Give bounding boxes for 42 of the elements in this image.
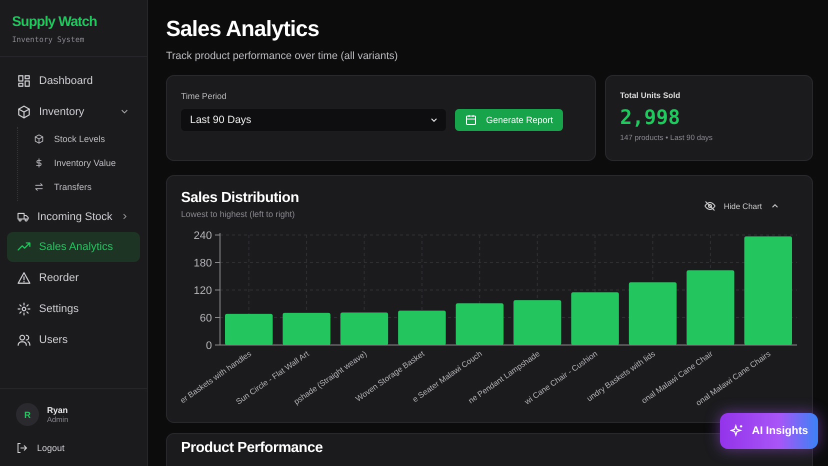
nav-item[interactable]: Users	[7, 324, 140, 355]
grid-icon	[17, 74, 31, 88]
users-icon	[17, 332, 31, 346]
user-name: Ryan	[47, 405, 68, 415]
nav-item[interactable]: Dashboard	[7, 65, 140, 96]
axis-label: 60	[200, 312, 212, 324]
nav-item[interactable]: Inventory	[7, 96, 140, 127]
nav-item[interactable]: Reorder	[7, 262, 140, 293]
box-icon	[17, 104, 31, 118]
nav-item[interactable]: Incoming Stock	[7, 201, 140, 232]
eye-off-icon	[704, 200, 716, 212]
summary-label: Total Units Sold	[620, 91, 682, 100]
nav-subitem[interactable]: Stock Levels	[34, 127, 140, 151]
hide-chart-button[interactable]: Hide Chart	[700, 198, 784, 214]
section-title: Product Performance	[181, 440, 324, 456]
sparkle-icon	[730, 424, 744, 438]
page-subtitle: Track product performance over time (all variants)	[166, 50, 399, 62]
axis-label: 180	[194, 258, 212, 270]
nav-item[interactable]: Settings	[7, 293, 140, 324]
page-title: Sales Analytics	[166, 16, 320, 42]
nav-subitem[interactable]: Inventory Value	[34, 151, 140, 175]
section-subtitle: Lowest to highest (left to right)	[181, 209, 296, 219]
swap-icon	[34, 182, 44, 192]
axis-label: 240	[194, 230, 212, 242]
period-select[interactable]: Last 90 Days	[181, 109, 446, 131]
logout-link[interactable]: Logout	[16, 442, 131, 454]
nav-item[interactable]: Sales Analytics	[7, 232, 140, 262]
dollar-icon	[34, 158, 44, 168]
alert-icon	[17, 270, 31, 284]
logout-icon	[16, 442, 28, 454]
box-icon	[34, 134, 44, 144]
ai-insights-button[interactable]: AI Insights	[720, 413, 818, 449]
brand-name: Supply Watch	[12, 13, 98, 29]
user-avatar: R	[16, 403, 39, 426]
summary-value: 2,998	[620, 105, 682, 129]
field-label: Time Period	[181, 91, 228, 101]
nav-subitem[interactable]: Transfers	[34, 175, 140, 199]
axis-label: 120	[194, 285, 212, 297]
section-title: Sales Distribution	[181, 190, 299, 206]
axis-label: 0	[206, 340, 212, 352]
gear-icon	[17, 302, 31, 316]
calendar-icon	[465, 114, 477, 126]
